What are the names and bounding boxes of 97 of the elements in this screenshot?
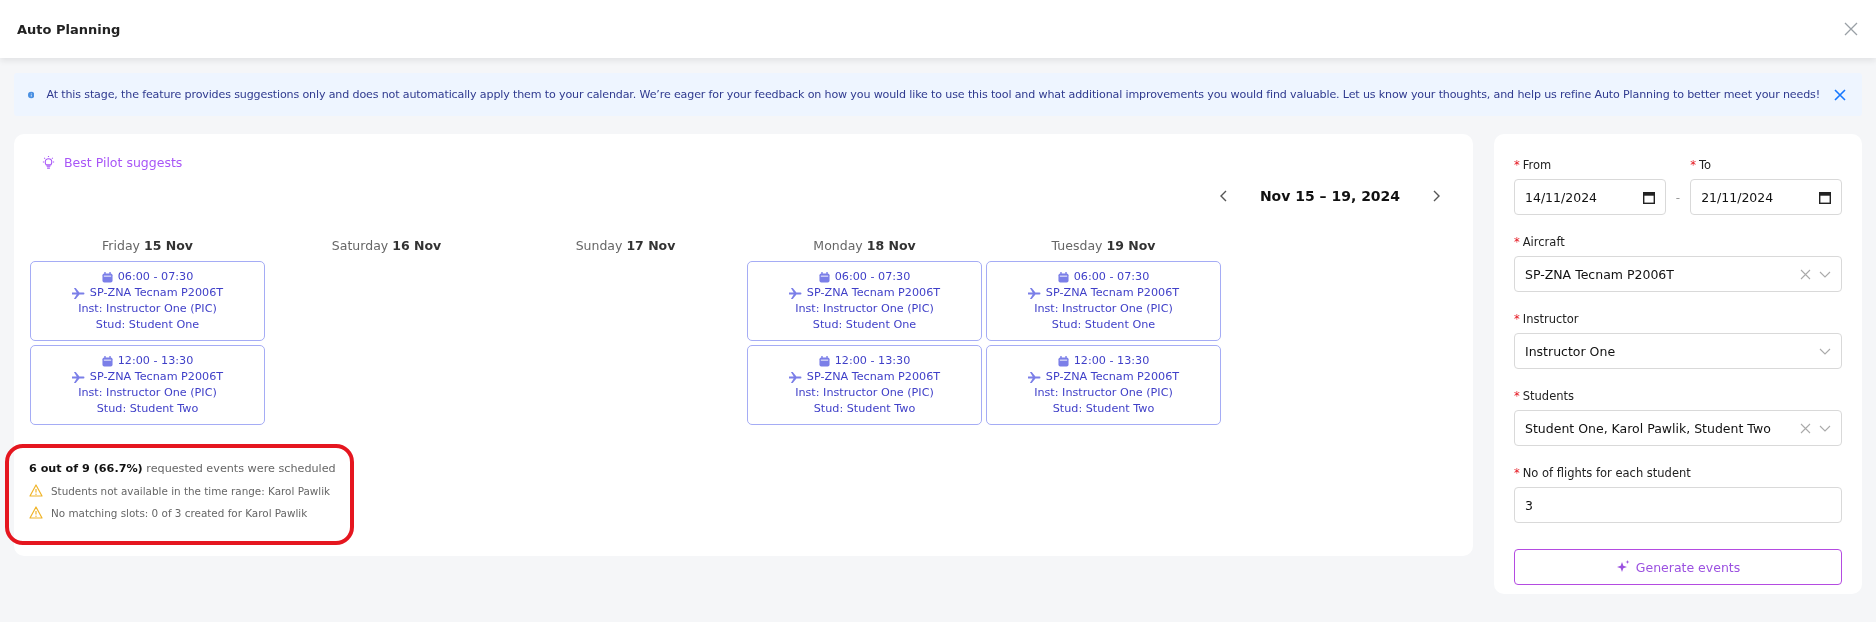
lightbulb-icon	[41, 155, 56, 170]
field-value: Instructor One	[1525, 343, 1617, 359]
day-header: Sunday 17 Nov	[574, 238, 677, 253]
warning-icon	[29, 484, 43, 497]
event-card[interactable]: 06:00 - 07:30 SP-ZNA Tecnam P2006T Inst: Instructor One (PIC) Stud: Student One	[986, 261, 1221, 341]
field-label: Students	[1522, 389, 1574, 403]
close-icon	[1844, 22, 1858, 36]
airplane-icon	[788, 287, 802, 299]
event-aircraft: SP-ZNA Tecnam P2006T	[806, 369, 941, 385]
event-aircraft: SP-ZNA Tecnam P2006T	[1045, 369, 1180, 385]
field-value: SP-ZNA Tecnam P2006T	[1525, 266, 1675, 282]
chevron-down-icon	[1819, 347, 1831, 355]
required-mark: *	[1514, 312, 1520, 326]
field-label: No of flights for each student	[1522, 466, 1691, 480]
event-student: Stud: Student Two	[95, 401, 200, 417]
airplane-icon	[1027, 287, 1041, 299]
field-value: 3	[1525, 497, 1533, 513]
event-card[interactable]: 12:00 - 13:30 SP-ZNA Tecnam P2006T Inst: Instructor One (PIC) Stud: Student Two	[986, 345, 1221, 425]
event-card[interactable]: 12:00 - 13:30 SP-ZNA Tecnam P2006T Inst: Instructor One (PIC) Stud: Student Two	[30, 345, 265, 425]
calendar-icon	[1642, 190, 1655, 204]
field-value: Student One, Karol Pawlik, Student Two	[1525, 420, 1772, 436]
day-header: Tuesday 19 Nov	[1050, 238, 1157, 253]
field-label: Instructor	[1522, 312, 1579, 326]
event-student: Stud: Student One	[94, 317, 201, 333]
event-student: Stud: Student Two	[812, 401, 917, 417]
close-icon	[1834, 88, 1846, 101]
dialog-title: Auto Planning	[17, 21, 121, 37]
info-message: At this stage, the feature provides suggestions only and does not automatically apply them to your calendar. We’re eager for your feedback on how you would like to use this tool and what additional improvements you would find valuable. Let us know your thoughts, and help us refine Auto Planning to better meet your needs!	[46, 88, 1820, 101]
event-instructor: Inst: Instructor One (PIC)	[1033, 301, 1174, 317]
generate-events-button[interactable]: Generate events	[1514, 549, 1842, 585]
required-mark: *	[1690, 158, 1696, 172]
event-time: 06:00 - 07:30	[834, 269, 911, 285]
schedule-summary: 6 out of 9 (66.7%) requested events were scheduled	[29, 462, 337, 475]
calendar-icon	[1057, 271, 1069, 283]
field-value: 14/11/2024	[1525, 189, 1598, 205]
clear-icon[interactable]	[1800, 422, 1811, 434]
select-field[interactable]: Instructor One	[1514, 333, 1842, 369]
close-button[interactable]	[1832, 86, 1848, 103]
event-card[interactable]: 06:00 - 07:30 SP-ZNA Tecnam P2006T Inst: Instructor One (PIC) Stud: Student One	[30, 261, 265, 341]
event-student: Stud: Student One	[1050, 317, 1157, 333]
calendar-icon	[101, 271, 113, 283]
field-label: From	[1522, 158, 1552, 172]
event-time: 12:00 - 13:30	[117, 353, 194, 369]
event-time: 06:00 - 07:30	[117, 269, 194, 285]
select-field[interactable]: Student One, Karol Pawlik, Student Two	[1514, 410, 1842, 446]
date-range: Nov 15 – 19, 2024	[1258, 188, 1402, 204]
event-instructor: Inst: Instructor One (PIC)	[794, 385, 935, 401]
calendar-icon	[1057, 355, 1069, 367]
event-aircraft: SP-ZNA Tecnam P2006T	[806, 285, 941, 301]
date-field[interactable]: 21/11/2024	[1690, 179, 1842, 215]
required-mark: *	[1514, 389, 1520, 403]
airplane-icon	[71, 371, 85, 383]
warning-message: No matching slots: 0 of 3 created for Karol Pawlik	[51, 506, 308, 519]
range-separator: -	[1675, 191, 1681, 207]
event-instructor: Inst: Instructor One (PIC)	[77, 385, 218, 401]
day-header: Saturday 16 Nov	[330, 238, 443, 253]
required-mark: *	[1514, 158, 1520, 172]
warning-icon	[29, 506, 43, 519]
field-value: 21/11/2024	[1701, 189, 1774, 205]
event-time: 12:00 - 13:30	[1073, 353, 1150, 369]
close-button[interactable]	[1842, 20, 1860, 38]
field-label: To	[1698, 158, 1712, 172]
airplane-icon	[1027, 371, 1041, 383]
select-field[interactable]: SP-ZNA Tecnam P2006T	[1514, 256, 1842, 292]
warning-message: Students not available in the time range: Karol Pawlik	[51, 484, 331, 497]
event-aircraft: SP-ZNA Tecnam P2006T	[89, 285, 224, 301]
event-card[interactable]: 06:00 - 07:30 SP-ZNA Tecnam P2006T Inst: Instructor One (PIC) Stud: Student One	[747, 261, 982, 341]
date-field[interactable]: 14/11/2024	[1514, 179, 1666, 215]
event-student: Stud: Student Two	[1051, 401, 1156, 417]
event-time: 12:00 - 13:30	[834, 353, 911, 369]
chevron-down-icon	[1819, 424, 1831, 432]
chevron-left-icon	[1219, 190, 1227, 202]
calendar-icon	[101, 355, 113, 367]
calendar-icon	[818, 355, 830, 367]
event-time: 06:00 - 07:30	[1073, 269, 1150, 285]
sparkle-icon	[1615, 560, 1630, 574]
event-student: Stud: Student One	[811, 317, 918, 333]
event-instructor: Inst: Instructor One (PIC)	[794, 301, 935, 317]
event-card[interactable]: 12:00 - 13:30 SP-ZNA Tecnam P2006T Inst: Instructor One (PIC) Stud: Student Two	[747, 345, 982, 425]
day-header: Friday 15 Nov	[101, 238, 194, 253]
required-mark: *	[1514, 466, 1520, 480]
day-header: Monday 18 Nov	[812, 238, 917, 253]
chevron-right-icon	[1433, 190, 1441, 202]
event-instructor: Inst: Instructor One (PIC)	[1033, 385, 1174, 401]
required-mark: *	[1514, 235, 1520, 249]
suggestions-heading: Best Pilot suggests	[64, 155, 183, 170]
event-aircraft: SP-ZNA Tecnam P2006T	[89, 369, 224, 385]
airplane-icon	[71, 287, 85, 299]
event-aircraft: SP-ZNA Tecnam P2006T	[1045, 285, 1180, 301]
calendar-icon	[1819, 190, 1831, 204]
number-field[interactable]: 3	[1514, 487, 1842, 523]
chevron-down-icon	[1819, 270, 1831, 278]
clear-icon[interactable]	[1800, 268, 1811, 280]
field-label: Aircraft	[1522, 235, 1565, 249]
calendar-icon	[818, 271, 830, 283]
event-instructor: Inst: Instructor One (PIC)	[77, 301, 218, 317]
airplane-icon	[788, 371, 802, 383]
